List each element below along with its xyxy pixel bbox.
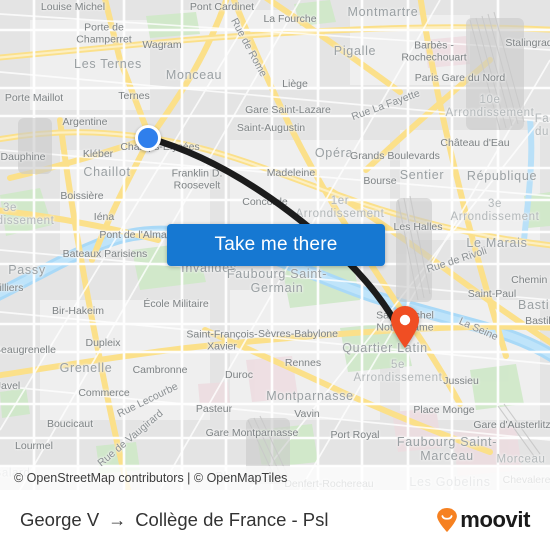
destination-station-label: Collège de France - Psl [135, 509, 329, 530]
attribution-text: © OpenStreetMap contributors | © OpenMap… [14, 471, 288, 485]
map-canvas[interactable]: Louise Michel Pont Cardinet La Fourche Mont… [0, 0, 550, 490]
route-footer: George V → Collège de France - Psl moovi… [0, 490, 550, 550]
take-me-there-button[interactable]: Take me there [167, 224, 385, 266]
arrow-right-icon: → [108, 510, 127, 530]
origin-station-label: George V [20, 509, 100, 530]
moovit-pin-icon [437, 508, 458, 532]
destination-marker[interactable] [390, 306, 420, 348]
origin-marker[interactable] [135, 125, 161, 151]
journey-summary: George V → Collège de France - Psl [20, 509, 329, 531]
moovit-logo[interactable]: moovit [436, 507, 530, 533]
moovit-route-card: Louise Michel Pont Cardinet La Fourche Mont… [0, 0, 550, 550]
map-attribution: © OpenStreetMap contributors | © OpenMap… [0, 466, 550, 490]
moovit-wordmark: moovit [460, 507, 530, 532]
